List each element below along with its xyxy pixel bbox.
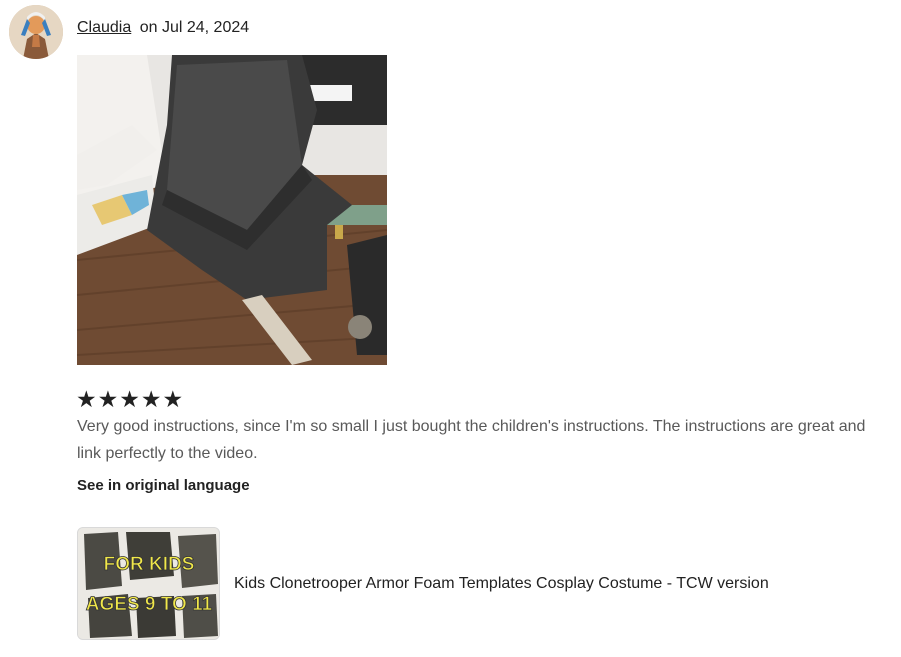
review-text: Very good instructions, since I'm so sma… (77, 418, 866, 462)
thumb-text-line1: FOR KIDS (104, 554, 195, 575)
avatar-illustration (9, 5, 63, 59)
star-rating: ★ ★ ★ ★ ★ (76, 388, 183, 412)
review-date: on Jul 24, 2024 (139, 19, 250, 36)
review-photo-image (77, 55, 387, 365)
listing-thumbnail: FOR KIDS AGES 9 TO 11 (77, 527, 220, 640)
thumb-text-line2: AGES 9 TO 11 (86, 594, 213, 615)
listing-thumbnail-image: FOR KIDS AGES 9 TO 11 (78, 528, 219, 639)
listing-title[interactable]: Kids Clonetrooper Armor Foam Templates C… (234, 574, 769, 594)
star-icon: ★ (97, 387, 119, 413)
star-icon: ★ (119, 387, 140, 413)
reviewer-avatar[interactable] (9, 5, 63, 59)
star-icon: ★ (76, 387, 97, 413)
review-photo[interactable] (77, 55, 387, 365)
purchased-listing-link[interactable]: FOR KIDS AGES 9 TO 11 Kids Clonetrooper … (77, 527, 769, 640)
review-meta: Claudia on Jul 24, 2024 (77, 19, 249, 37)
star-icon: ★ (162, 387, 184, 413)
see-original-language-button[interactable]: See in original language (77, 477, 250, 495)
star-icon: ★ (140, 387, 162, 413)
reviewer-name-link[interactable]: Claudia (77, 19, 131, 36)
